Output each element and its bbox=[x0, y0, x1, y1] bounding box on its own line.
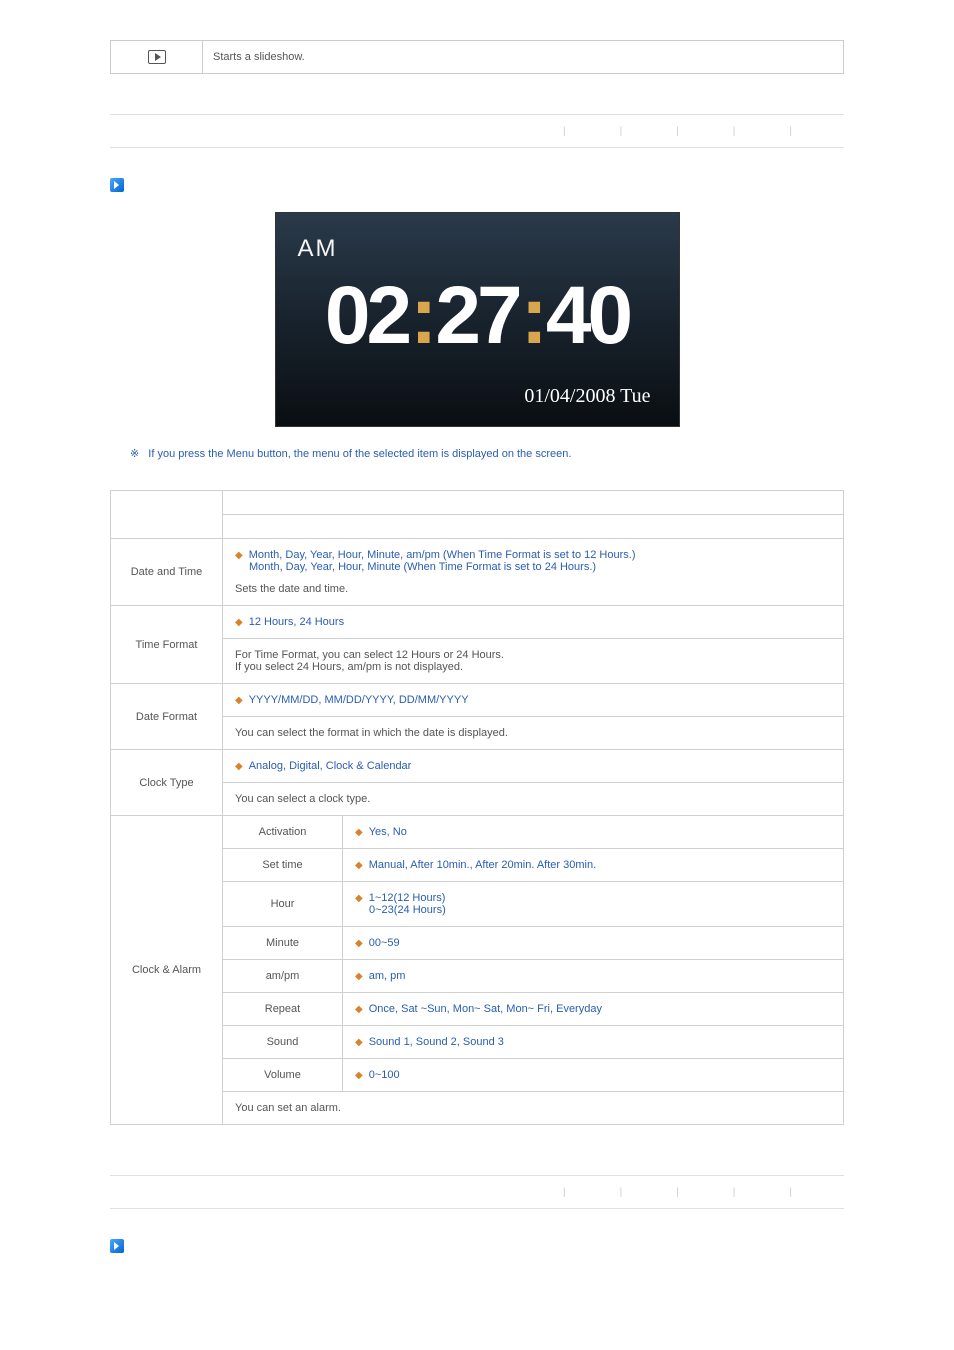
clock-time: 02:27:40 bbox=[276, 269, 679, 363]
slideshow-row: Starts a slideshow. bbox=[110, 40, 844, 74]
row-desc: You can set an alarm. bbox=[223, 1092, 844, 1125]
row-label: Date and Time bbox=[111, 539, 223, 606]
sub-label: Minute bbox=[223, 927, 343, 960]
option-text: 0~23(24 Hours) bbox=[369, 904, 446, 916]
option-text: 0~100 bbox=[369, 1069, 400, 1081]
bullet-icon: ◆ bbox=[355, 1070, 363, 1081]
row-label: Time Format bbox=[111, 606, 223, 684]
option-text: Month, Day, Year, Hour, Minute (When Tim… bbox=[249, 561, 596, 573]
sub-label: Hour bbox=[223, 882, 343, 927]
slideshow-description: Starts a slideshow. bbox=[203, 41, 843, 73]
row-label: Date Format bbox=[111, 684, 223, 750]
option-text: Month, Day, Year, Hour, Minute, am/pm (W… bbox=[249, 549, 636, 561]
note-marker-icon: ※ bbox=[130, 448, 139, 460]
row-desc: For Time Format, you can select 12 Hours… bbox=[235, 649, 831, 661]
sub-label: am/pm bbox=[223, 960, 343, 993]
nav-separator-row: | | | | | bbox=[110, 114, 844, 148]
sub-label: Repeat bbox=[223, 993, 343, 1026]
option-text: 1~12(12 Hours) bbox=[369, 892, 446, 904]
row-label: Clock Type bbox=[111, 750, 223, 816]
table-row-date-format: Date Format ◆YYYY/MM/DD, MM/DD/YYYY, DD/… bbox=[111, 684, 844, 717]
bullet-icon: ◆ bbox=[355, 971, 363, 982]
bullet-icon: ◆ bbox=[235, 550, 243, 561]
sub-label: Activation bbox=[223, 816, 343, 849]
option-text: Yes, No bbox=[369, 826, 407, 838]
menu-note: ※ If you press the Menu button, the menu… bbox=[130, 447, 844, 460]
bullet-icon: ◆ bbox=[235, 617, 243, 628]
table-row-time-format: Time Format ◆12 Hours, 24 Hours bbox=[111, 606, 844, 639]
clock-date: 01/04/2008 Tue bbox=[524, 385, 650, 408]
table-row-clock-type: Clock Type ◆Analog, Digital, Clock & Cal… bbox=[111, 750, 844, 783]
table-row-date-time: Date and Time ◆ Month, Day, Year, Hour, M… bbox=[111, 539, 844, 606]
clock-meridiem: AM bbox=[298, 235, 338, 263]
section-arrow-icon bbox=[110, 178, 124, 192]
row-desc: You can select a clock type. bbox=[223, 783, 844, 816]
row-desc: If you select 24 Hours, am/pm is not dis… bbox=[235, 661, 831, 673]
slideshow-play-icon bbox=[148, 50, 166, 64]
row-label: Clock & Alarm bbox=[111, 816, 223, 1125]
table-header-row bbox=[111, 491, 844, 515]
option-text: Once, Sat ~Sun, Mon~ Sat, Mon~ Fri, Ever… bbox=[369, 1003, 602, 1015]
option-text: Manual, After 10min., After 20min. After… bbox=[369, 859, 596, 871]
section-arrow-icon bbox=[110, 1239, 124, 1253]
clock-settings-table: Date and Time ◆ Month, Day, Year, Hour, M… bbox=[110, 490, 844, 1125]
option-text: Sound 1, Sound 2, Sound 3 bbox=[369, 1036, 504, 1048]
row-desc: You can select the format in which the d… bbox=[223, 717, 844, 750]
option-text: 12 Hours, 24 Hours bbox=[249, 616, 344, 628]
bullet-icon: ◆ bbox=[355, 893, 363, 904]
bullet-icon: ◆ bbox=[355, 1004, 363, 1015]
row-desc: Sets the date and time. bbox=[235, 583, 831, 595]
bullet-icon: ◆ bbox=[355, 938, 363, 949]
sub-label: Volume bbox=[223, 1059, 343, 1092]
bullet-icon: ◆ bbox=[235, 695, 243, 706]
bullet-icon: ◆ bbox=[355, 827, 363, 838]
clock-preview: AM 02:27:40 01/04/2008 Tue bbox=[275, 212, 680, 427]
nav-separator-row: | | | | | bbox=[110, 1175, 844, 1209]
option-text: am, pm bbox=[369, 970, 406, 982]
table-row-activation: Clock & Alarm Activation ◆Yes, No bbox=[111, 816, 844, 849]
bullet-icon: ◆ bbox=[355, 1037, 363, 1048]
bullet-icon: ◆ bbox=[355, 860, 363, 871]
slideshow-icon-cell bbox=[111, 41, 203, 73]
bullet-icon: ◆ bbox=[235, 761, 243, 772]
sub-label: Sound bbox=[223, 1026, 343, 1059]
option-text: Analog, Digital, Clock & Calendar bbox=[249, 760, 412, 772]
sub-label: Set time bbox=[223, 849, 343, 882]
note-text: If you press the Menu button, the menu o… bbox=[148, 448, 571, 460]
option-text: 00~59 bbox=[369, 937, 400, 949]
option-text: YYYY/MM/DD, MM/DD/YYYY, DD/MM/YYYY bbox=[249, 694, 469, 706]
